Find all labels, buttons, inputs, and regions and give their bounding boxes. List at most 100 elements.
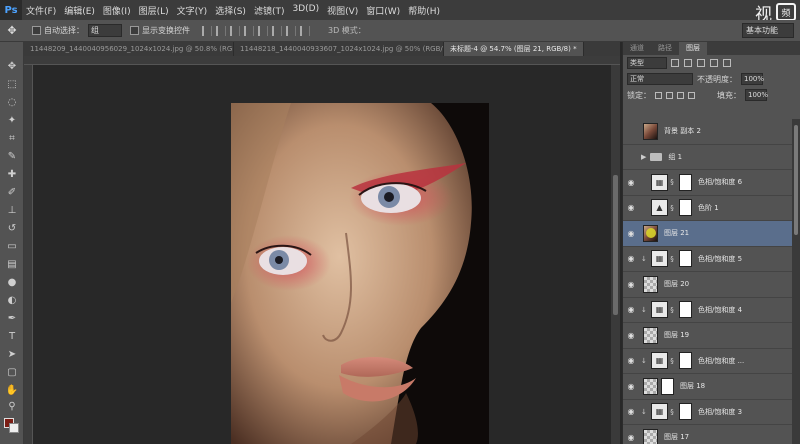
- canvas-scroll-thumb[interactable]: [613, 175, 618, 315]
- link-icon[interactable]: §: [668, 204, 676, 212]
- visibility-eye-icon[interactable]: ◉: [623, 331, 639, 340]
- show-transform-checkbox[interactable]: [130, 26, 139, 35]
- layers-scrollbar[interactable]: [792, 119, 800, 444]
- layer-mask-thumbnail[interactable]: [679, 250, 692, 268]
- menu-item[interactable]: 视图(V): [323, 4, 362, 17]
- filter-shape-icon[interactable]: [710, 59, 718, 67]
- menu-item[interactable]: 图像(I): [99, 4, 135, 17]
- menu-item[interactable]: 帮助(H): [404, 4, 444, 17]
- filter-pixel-icon[interactable]: [671, 59, 679, 67]
- link-icon[interactable]: §: [668, 306, 676, 314]
- menu-item[interactable]: 图层(L): [135, 4, 173, 17]
- document-tab[interactable]: 11448218_1440040933607_1024x1024.jpg @ 5…: [234, 42, 444, 56]
- distribute-v-icon[interactable]: [300, 25, 310, 36]
- lock-all-icon[interactable]: [688, 91, 695, 99]
- filter-adjust-icon[interactable]: [684, 59, 692, 67]
- history-brush-icon[interactable]: ↺: [5, 222, 19, 235]
- visibility-eye-icon[interactable]: ◉: [623, 178, 639, 187]
- visibility-eye-icon[interactable]: ◉: [623, 280, 639, 289]
- layer-row[interactable]: ◉ ↓ ▦ § 色相/饱和度 5: [623, 246, 793, 272]
- layer-mask-thumbnail[interactable]: [679, 173, 692, 191]
- layer-mask-thumbnail[interactable]: [679, 403, 692, 421]
- eyedropper-icon[interactable]: ✎: [5, 150, 19, 163]
- zoom-tool-icon[interactable]: ⚲: [5, 400, 19, 413]
- magic-wand-icon[interactable]: ✦: [5, 114, 19, 127]
- filter-type-icon[interactable]: [697, 59, 705, 67]
- layer-row[interactable]: ◉▶ 组 1: [623, 144, 793, 170]
- shape-tool-icon[interactable]: ▢: [5, 366, 19, 379]
- layer-mask-thumbnail[interactable]: [661, 377, 674, 395]
- layer-row[interactable]: ◉ 背景 副本 2: [623, 119, 793, 145]
- type-tool-icon[interactable]: T: [5, 330, 19, 343]
- workspace-select[interactable]: 基本功能: [742, 23, 794, 38]
- document-tab[interactable]: 未标题-4 @ 54.7% (图层 21, RGB/8) *: [444, 42, 584, 56]
- opacity-input[interactable]: 100%: [741, 73, 764, 85]
- layer-row[interactable]: ◉ ▦ § 色相/饱和度 6: [623, 170, 793, 196]
- fill-input[interactable]: 100%: [745, 89, 768, 101]
- visibility-eye-icon[interactable]: ◉: [623, 229, 639, 238]
- align-bottom-icon[interactable]: [272, 25, 282, 36]
- layer-row[interactable]: ◉ 图层 18: [623, 374, 793, 400]
- eraser-icon[interactable]: ▭: [5, 240, 19, 253]
- menu-item[interactable]: 滤镜(T): [250, 4, 289, 17]
- document-tab[interactable]: 11448209_1440040956029_1024x1024.jpg @ 5…: [24, 42, 234, 56]
- visibility-eye-icon[interactable]: ◉: [623, 254, 639, 263]
- blur-tool-icon[interactable]: ●: [5, 276, 19, 289]
- visibility-eye-icon[interactable]: ◉: [623, 203, 639, 212]
- layer-mask-thumbnail[interactable]: [679, 352, 692, 370]
- menu-item[interactable]: 文字(Y): [173, 4, 212, 17]
- gradient-tool-icon[interactable]: ▤: [5, 258, 19, 271]
- visibility-eye-icon[interactable]: ◉: [623, 356, 639, 365]
- layer-thumbnail[interactable]: [643, 377, 658, 395]
- layer-mask-thumbnail[interactable]: [679, 199, 692, 217]
- marquee-tool-icon[interactable]: ⬚: [5, 78, 19, 91]
- layer-thumbnail[interactable]: [643, 428, 658, 444]
- menu-item[interactable]: 3D(D): [288, 4, 323, 17]
- layer-mask-thumbnail[interactable]: [679, 301, 692, 319]
- lock-pixels-icon[interactable]: [655, 91, 662, 99]
- layer-row[interactable]: ◉ 图层 19: [623, 323, 793, 349]
- clone-stamp-icon[interactable]: ⊥: [5, 204, 19, 217]
- visibility-eye-icon[interactable]: ◉: [623, 407, 639, 416]
- layers-scroll-thumb[interactable]: [794, 125, 798, 235]
- layer-row[interactable]: ◉ ↓ ▦ § 色相/饱和度 ...: [623, 348, 793, 374]
- layer-thumbnail[interactable]: [643, 275, 658, 293]
- path-select-icon[interactable]: ➤: [5, 348, 19, 361]
- align-center-icon[interactable]: [216, 25, 226, 36]
- visibility-eye-icon[interactable]: ◉: [623, 152, 639, 161]
- link-icon[interactable]: §: [668, 357, 676, 365]
- blend-mode-select[interactable]: 正常: [627, 73, 693, 85]
- visibility-eye-icon[interactable]: ◉: [623, 305, 639, 314]
- layer-thumbnail[interactable]: [643, 326, 658, 344]
- visibility-eye-icon[interactable]: ◉: [623, 382, 639, 391]
- align-right-icon[interactable]: [230, 25, 240, 36]
- panel-tab[interactable]: 路径: [651, 42, 679, 55]
- link-icon[interactable]: §: [668, 255, 676, 263]
- crop-tool-icon[interactable]: ⌗: [5, 132, 19, 145]
- link-icon[interactable]: §: [668, 178, 676, 186]
- menu-item[interactable]: 选择(S): [211, 4, 250, 17]
- auto-select-checkbox[interactable]: [32, 26, 41, 35]
- menu-item[interactable]: 编辑(E): [60, 4, 99, 17]
- menu-item[interactable]: 窗口(W): [362, 4, 404, 17]
- distribute-icon[interactable]: [286, 25, 296, 36]
- canvas-scrollbar[interactable]: [611, 65, 620, 444]
- align-top-icon[interactable]: [244, 25, 254, 36]
- panel-tab[interactable]: 通道: [623, 42, 651, 55]
- align-middle-icon[interactable]: [258, 25, 268, 36]
- layer-row[interactable]: ◉ ↓ ▦ § 色相/饱和度 3: [623, 399, 793, 425]
- lock-move-icon[interactable]: [677, 91, 684, 99]
- align-left-icon[interactable]: [202, 25, 212, 36]
- menu-item[interactable]: 文件(F): [22, 4, 60, 17]
- healing-brush-icon[interactable]: ✚: [5, 168, 19, 181]
- auto-select-dropdown[interactable]: 组: [88, 24, 122, 37]
- link-icon[interactable]: §: [668, 408, 676, 416]
- move-tool-icon[interactable]: ✥: [0, 24, 24, 37]
- move-tool-icon[interactable]: ✥: [5, 60, 19, 73]
- canvas-area[interactable]: [33, 65, 611, 444]
- layer-thumbnail[interactable]: [643, 122, 658, 140]
- filter-kind-select[interactable]: 类型: [627, 57, 667, 69]
- panel-tab[interactable]: 图层: [679, 42, 707, 55]
- pen-tool-icon[interactable]: ✒: [5, 312, 19, 325]
- background-color-swatch[interactable]: [9, 423, 19, 433]
